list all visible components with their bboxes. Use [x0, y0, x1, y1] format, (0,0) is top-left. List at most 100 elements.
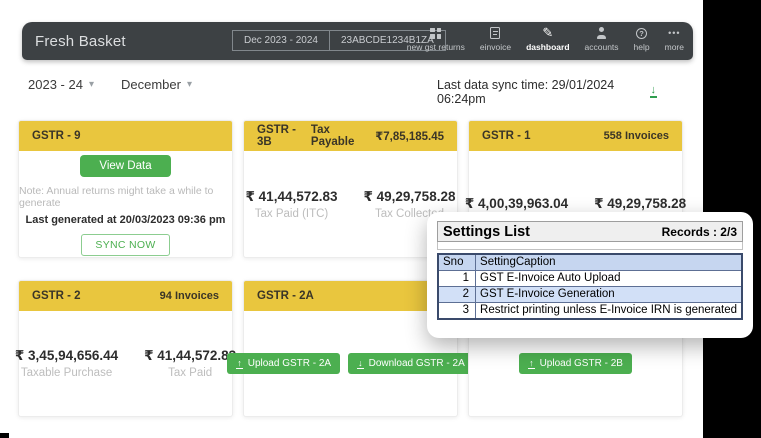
button-label: Upload GSTR - 2A — [248, 358, 331, 369]
upload-icon: ↑ — [236, 359, 243, 369]
row-sno: 1 — [438, 271, 476, 287]
gstr9-last-generated: Last generated at 20/03/2023 09:36 pm — [26, 214, 226, 226]
stat-value: ₹ 41,44,572.83 — [144, 348, 236, 364]
card-title: GSTR - 3B — [257, 124, 311, 148]
invoice-count-badge: 558 Invoices — [604, 130, 669, 142]
month-dropdown-value: December — [121, 77, 181, 92]
stat-tax-paid-itc: ₹ 41,44,572.83 Tax Paid (ITC) — [246, 189, 338, 220]
grid-icon — [430, 26, 441, 40]
card-title: GSTR - 1 — [482, 130, 531, 142]
header-nav: new gst returns einvoice ✎ dashboard acc… — [407, 26, 684, 58]
tax-payable-badge: Tax Payable ₹7,85,185.45 — [311, 124, 444, 148]
period-selector-button[interactable]: Dec 2023 - 2024 — [232, 30, 330, 51]
chevron-down-icon: ▾ — [89, 80, 94, 90]
settings-row-selected[interactable]: 2 GST E-Invoice Generation — [438, 287, 742, 303]
row-caption: GST E-Invoice Auto Upload — [476, 271, 742, 287]
question-icon: ? — [636, 26, 647, 40]
card-title: GSTR - 2 — [32, 290, 81, 302]
nav-dashboard[interactable]: ✎ dashboard — [526, 26, 569, 52]
settings-popup-titlebar: Settings List Records : 2/3 — [437, 221, 743, 242]
stat-value: ₹ 4,00,39,963.04 — [465, 196, 568, 212]
button-label: Download GSTR - 2A — [369, 358, 465, 369]
row-caption: GST E-Invoice Generation — [476, 287, 742, 303]
settings-table-header-row: Sno SettingCaption — [438, 254, 742, 271]
document-icon — [490, 26, 500, 40]
stat-label: Tax Paid (ITC) — [246, 208, 338, 220]
download-gstr2a-button[interactable]: ↓ Download GSTR - 2A — [348, 353, 474, 374]
stat-tax-paid: ₹ 41,44,572.83 Tax Paid — [144, 348, 236, 379]
card-gstr2a: GSTR - 2A ↑ Upload GSTR - 2A ↓ Download … — [243, 280, 458, 417]
records-count: Records : 2/3 — [662, 225, 737, 239]
stat-value: ₹ 49,29,758.28 — [594, 196, 686, 212]
settings-list-popup: Settings List Records : 2/3 Sno SettingC… — [427, 212, 753, 338]
card-title: GSTR - 9 — [32, 130, 81, 142]
nav-label: accounts — [585, 42, 619, 52]
row-caption: Restrict printing unless E-Invoice IRN i… — [476, 303, 742, 320]
column-header-settingcaption: SettingCaption — [476, 254, 742, 271]
nav-more[interactable]: ••• more — [665, 26, 684, 52]
stat-label: Taxable Purchase — [15, 367, 118, 379]
card-gstr2: GSTR - 2 94 Invoices ₹ 3,45,94,656.44 Ta… — [18, 280, 233, 417]
card-gstr9-body: View Data Note: Annual returns might tak… — [19, 151, 232, 257]
stat-value: ₹ 3,45,94,656.44 — [15, 348, 118, 364]
upload-gstr2b-button[interactable]: ↑ Upload GSTR - 2B — [519, 353, 632, 374]
settings-row[interactable]: 3 Restrict printing unless E-Invoice IRN… — [438, 303, 742, 320]
card-gstr2a-header: GSTR - 2A — [244, 281, 457, 311]
tax-payable-value: ₹7,85,185.45 — [375, 129, 444, 143]
app-header: Fresh Basket Dec 2023 - 2024 23ABCDE1234… — [22, 22, 693, 60]
settings-table: Sno SettingCaption 1 GST E-Invoice Auto … — [437, 253, 743, 320]
stat-taxable-sales: ₹ 4,00,39,963.04 — [465, 196, 568, 212]
view-data-button[interactable]: View Data — [80, 155, 170, 177]
app-title: Fresh Basket — [35, 33, 126, 50]
black-corner-artifact — [0, 433, 9, 438]
card-gstr2a-body: ↑ Upload GSTR - 2A ↓ Download GSTR - 2A — [244, 311, 457, 416]
gstr9-note: Note: Annual returns might take a while … — [19, 185, 232, 209]
pencil-icon: ✎ — [542, 26, 553, 40]
nav-new-gst-returns[interactable]: new gst returns — [407, 26, 465, 52]
card-gstr3b-header: GSTR - 3B Tax Payable ₹7,85,185.45 — [244, 121, 457, 151]
download-icon: ↓ — [357, 359, 364, 369]
settings-popup-title: Settings List — [443, 224, 530, 240]
card-gstr3b-body: ₹ 41,44,572.83 Tax Paid (ITC) ₹ 49,29,75… — [244, 151, 457, 257]
row-sno: 2 — [438, 287, 476, 303]
card-title: GSTR - 2A — [257, 290, 314, 302]
filter-row: 2023 - 24 ▾ December ▾ — [28, 77, 192, 92]
nav-label: einvoice — [480, 42, 511, 52]
person-icon — [596, 26, 608, 40]
month-dropdown[interactable]: December ▾ — [121, 77, 192, 92]
invoice-count-badge: 94 Invoices — [160, 290, 219, 302]
nav-einvoice[interactable]: einvoice — [480, 26, 511, 52]
stat-tax-collected: ₹ 49,29,758.28 — [594, 196, 686, 212]
year-dropdown[interactable]: 2023 - 24 ▾ — [28, 77, 94, 92]
stat-label: Tax Paid — [144, 367, 236, 379]
nav-accounts[interactable]: accounts — [585, 26, 619, 52]
button-label: Upload GSTR - 2B — [540, 358, 623, 369]
upload-gstr2a-button[interactable]: ↑ Upload GSTR - 2A — [227, 353, 340, 374]
ellipsis-icon: ••• — [668, 26, 680, 40]
nav-help[interactable]: ? help — [634, 26, 650, 52]
nav-label: more — [665, 42, 684, 52]
settings-row[interactable]: 1 GST E-Invoice Auto Upload — [438, 271, 742, 287]
stat-value: ₹ 41,44,572.83 — [246, 189, 338, 205]
card-gstr2-body: ₹ 3,45,94,656.44 Taxable Purchase ₹ 41,4… — [19, 311, 232, 416]
nav-label: help — [634, 42, 650, 52]
card-gstr2-header: GSTR - 2 94 Invoices — [19, 281, 232, 311]
card-gstr3b: GSTR - 3B Tax Payable ₹7,85,185.45 ₹ 41,… — [243, 120, 458, 258]
sync-status: Last data sync time: 29/01/2024 06:24pm … — [437, 78, 657, 106]
tax-payable-label: Tax Payable — [311, 124, 369, 148]
stat-value: ₹ 49,29,758.28 — [364, 189, 456, 205]
row-sno: 3 — [438, 303, 476, 320]
upload-icon: ↑ — [528, 359, 535, 369]
column-header-sno: Sno — [438, 254, 476, 271]
nav-label: new gst returns — [407, 42, 465, 52]
year-dropdown-value: 2023 - 24 — [28, 77, 83, 92]
sync-now-button[interactable]: SYNC NOW — [81, 234, 169, 256]
stat-taxable-purchase: ₹ 3,45,94,656.44 Taxable Purchase — [15, 348, 118, 379]
card-gstr9-header: GSTR - 9 — [19, 121, 232, 151]
card-gstr1-header: GSTR - 1 558 Invoices — [469, 121, 682, 151]
card-gstr9: GSTR - 9 View Data Note: Annual returns … — [18, 120, 233, 258]
dashboard-page: Fresh Basket Dec 2023 - 2024 23ABCDE1234… — [0, 0, 761, 438]
nav-label: dashboard — [526, 42, 569, 52]
download-icon[interactable]: ↓ — [650, 86, 658, 98]
sync-status-text: Last data sync time: 29/01/2024 06:24pm — [437, 78, 643, 106]
